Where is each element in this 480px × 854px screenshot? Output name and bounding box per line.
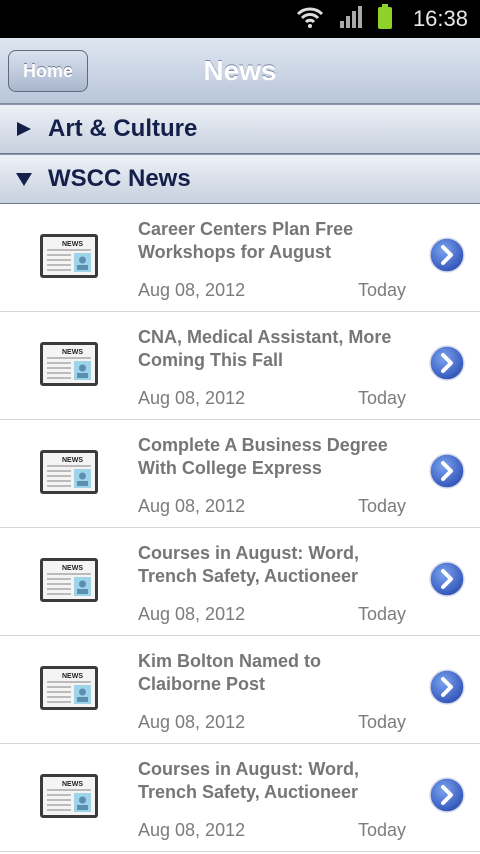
newspaper-icon: NEWS [40, 774, 98, 818]
news-headline: CNA, Medical Assistant, More Coming This… [138, 327, 392, 370]
newspaper-icon-text: NEWS [62, 241, 83, 248]
news-date: Aug 08, 2012 [138, 388, 246, 408]
news-date: Aug 08, 2012 [138, 820, 246, 840]
nav-bar: Home News [0, 38, 480, 104]
newspaper-icon: NEWS [40, 234, 98, 278]
news-headline: Complete A Business Degree With College … [138, 435, 388, 478]
news-date: Aug 08, 2012 [138, 280, 246, 300]
news-headline: Courses in August: Word, Trench Safety, … [138, 759, 360, 802]
newspaper-icon-text: NEWS [62, 349, 83, 356]
news-headline: Career Centers Plan Free Workshops for A… [138, 219, 354, 262]
section-wscc-news[interactable]: WSCC News [0, 154, 480, 204]
status-time: 16:38 [412, 6, 468, 31]
chevron-right-icon[interactable] [429, 777, 465, 813]
news-list-item[interactable]: NEWS Kim Bolton Named to Claiborne Post … [0, 636, 480, 744]
status-icons: 16:38 [295, 0, 468, 38]
news-list-item[interactable]: NEWS Courses in August: Word, Trench Saf… [0, 744, 480, 852]
news-when: Today [357, 388, 406, 408]
news-headline: Courses in August: Word, Trench Safety, … [138, 543, 360, 586]
news-when: Today [357, 280, 406, 300]
chevron-right-icon[interactable] [429, 561, 465, 597]
newspaper-icon: NEWS [40, 558, 98, 602]
collapse-arrow-icon [14, 170, 34, 188]
expand-arrow-icon [14, 120, 34, 138]
news-date: Aug 08, 2012 [138, 496, 246, 516]
news-when: Today [357, 496, 406, 516]
newspaper-icon: NEWS [40, 666, 98, 710]
news-list-item[interactable]: NEWS Complete A Business Degree With Col… [0, 420, 480, 528]
wifi-icon [295, 5, 325, 34]
status-bar: 16:38 [0, 0, 480, 38]
news-list-item[interactable]: NEWS CNA, Medical Assistant, More Coming… [0, 312, 480, 420]
newspaper-icon-text: NEWS [62, 781, 83, 788]
news-when: Today [357, 712, 406, 732]
newspaper-icon: NEWS [40, 342, 98, 386]
news-when: Today [357, 820, 406, 840]
section-label: WSCC News [48, 165, 191, 192]
news-date: Aug 08, 2012 [138, 604, 246, 624]
section-art-culture[interactable]: Art & Culture [0, 104, 480, 154]
chevron-right-icon[interactable] [429, 345, 465, 381]
news-date: Aug 08, 2012 [138, 712, 246, 732]
chevron-right-icon[interactable] [429, 669, 465, 705]
news-headline: Kim Bolton Named to Claiborne Post [138, 651, 321, 694]
news-list-item[interactable]: NEWS Career Centers Plan Free Workshops … [0, 204, 480, 312]
news-when: Today [357, 604, 406, 624]
chevron-right-icon[interactable] [429, 453, 465, 489]
battery-icon [377, 3, 393, 35]
chevron-right-icon[interactable] [429, 237, 465, 273]
news-list-item[interactable]: NEWS Courses in August: Word, Trench Saf… [0, 528, 480, 636]
newspaper-icon-text: NEWS [62, 457, 83, 464]
newspaper-icon-text: NEWS [62, 565, 83, 572]
signal-icon [339, 5, 363, 34]
section-label: Art & Culture [48, 115, 198, 142]
news-list: NEWS Career Centers Plan Free Workshops … [0, 204, 480, 852]
newspaper-icon-text: NEWS [62, 673, 83, 680]
newspaper-icon: NEWS [40, 450, 98, 494]
home-button[interactable]: Home [8, 50, 88, 92]
